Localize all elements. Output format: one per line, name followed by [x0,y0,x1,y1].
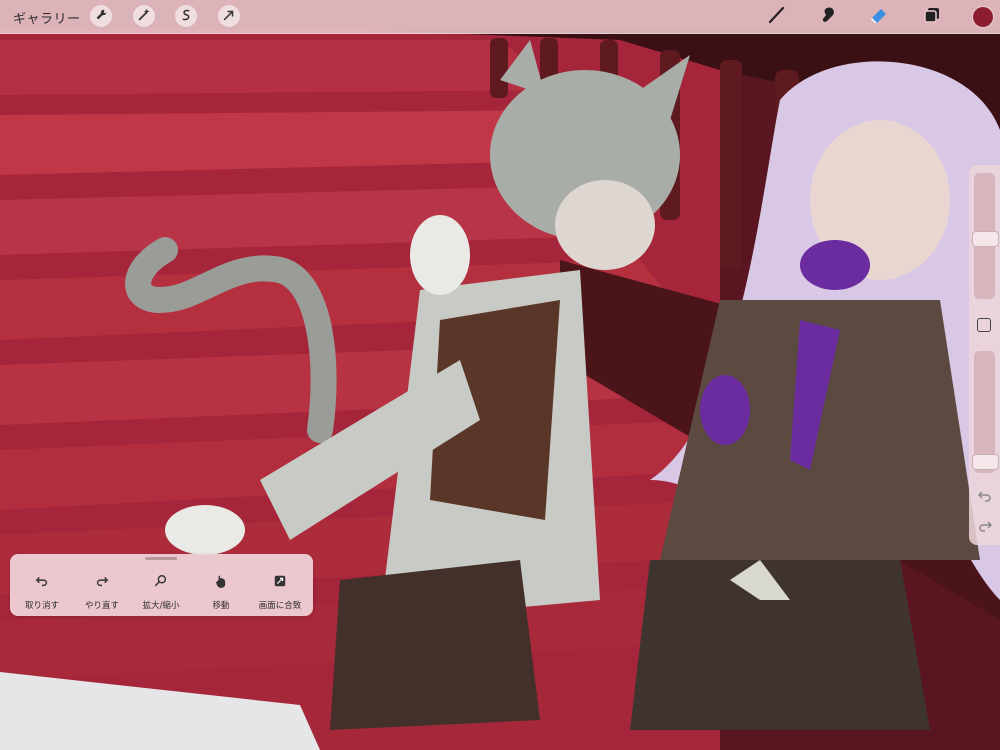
redo-button[interactable]: やり直す [72,574,132,612]
eraser-tool-button[interactable] [867,5,891,29]
layers-button[interactable] [920,5,944,29]
move-button[interactable]: 移動 [191,574,251,612]
opacity-slider[interactable] [972,351,999,473]
fit-screen-button[interactable]: 画面に合致 [250,574,310,612]
hand-move-icon [191,574,251,588]
adjustments-button[interactable] [133,5,155,27]
magic-wand-icon [137,7,151,26]
redo-icon[interactable] [977,518,993,534]
fit-screen-label: 画面に合致 [258,601,302,611]
zoom-icon [131,574,191,588]
smudge-tool-button[interactable] [817,5,841,29]
undo-label: 取り消す [24,601,59,611]
drawing-canvas[interactable] [0,0,1000,750]
selection-icon [179,7,193,26]
side-toolbar [969,165,1000,545]
undo-icon [12,574,72,588]
redo-label: やり直す [84,601,119,611]
redo-icon [72,574,132,588]
color-picker-button[interactable] [972,6,994,28]
zoom-label: 拡大/縮小 [142,601,180,611]
opacity-thumb[interactable] [972,453,999,470]
brush-icon [766,4,788,30]
brush-tool-button[interactable] [765,5,789,29]
selection-button[interactable] [175,5,197,27]
zoom-button[interactable]: 拡大/縮小 [131,574,191,612]
brush-size-slider[interactable] [972,173,999,299]
modify-square-icon[interactable] [977,318,991,332]
fit-screen-icon [250,574,310,588]
transform-arrow-icon [222,7,236,26]
gallery-button[interactable]: ギャラリー [13,8,81,27]
undo-icon[interactable] [977,488,993,504]
quick-menu-panel: 取り消す やり直す 拡大/縮小 移動 画面に合致 [10,554,313,616]
top-toolbar: ギャラリー [0,0,1000,34]
artwork [0,0,1000,750]
drag-handle[interactable] [145,557,177,560]
move-label: 移動 [212,601,230,611]
brush-size-thumb[interactable] [972,231,999,248]
actions-button[interactable] [90,5,112,27]
undo-button[interactable]: 取り消す [12,574,72,612]
smudge-icon [818,4,840,30]
eraser-icon [868,4,890,30]
layers-icon [921,4,943,30]
wrench-icon [94,7,108,26]
transform-button[interactable] [218,5,240,27]
